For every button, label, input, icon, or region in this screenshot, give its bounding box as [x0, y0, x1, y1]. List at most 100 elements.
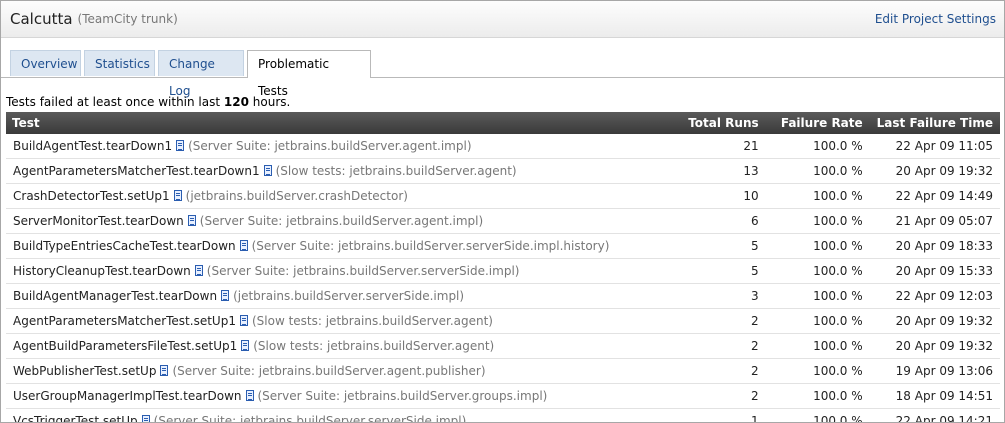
- info-prefix: Tests failed at least once within last: [6, 95, 224, 109]
- test-suite: (Server Suite: jetbrains.buildServer.age…: [172, 364, 486, 378]
- cell-last-failure-time: 20 Apr 09 19:32: [869, 158, 1000, 184]
- document-icon[interactable]: [173, 190, 182, 201]
- test-suite: (jetbrains.buildServer.serverSide.impl): [233, 289, 465, 303]
- table-row: HistoryCleanupTest.tearDown (Server Suite…: [6, 258, 1000, 284]
- cell-test: HistoryCleanupTest.tearDown (Server Suite…: [6, 258, 642, 284]
- column-header-last-failure-time[interactable]: Last Failure Time: [869, 112, 1000, 134]
- cell-failure-rate: 100.0 %: [765, 258, 870, 284]
- document-icon[interactable]: [176, 140, 185, 151]
- test-name-link[interactable]: HistoryCleanupTest.tearDown: [13, 264, 191, 278]
- document-icon[interactable]: [263, 165, 272, 176]
- document-icon[interactable]: [241, 340, 250, 351]
- column-header-total-runs[interactable]: Total Runs: [641, 112, 766, 134]
- cell-total-runs: 2: [641, 333, 766, 359]
- cell-total-runs: 6: [641, 208, 766, 234]
- cell-last-failure-time: 20 Apr 09 19:32: [869, 333, 1000, 359]
- table-row: WebPublisherTest.setUp (Server Suite: jet…: [6, 358, 1000, 384]
- cell-total-runs: 2: [641, 383, 766, 409]
- cell-last-failure-time: 21 Apr 09 05:07: [869, 208, 1000, 234]
- cell-failure-rate: 100.0 %: [765, 383, 870, 409]
- test-suite: (Slow tests: jetbrains.buildServer.agent…: [275, 164, 517, 178]
- cell-total-runs: 21: [641, 134, 766, 159]
- cell-test: BuildTypeEntriesCacheTest.tearDown (Serve…: [6, 233, 642, 259]
- cell-failure-rate: 100.0 %: [765, 208, 870, 234]
- column-header-test[interactable]: Test: [6, 112, 642, 134]
- cell-failure-rate: 100.0 %: [765, 408, 870, 422]
- test-name-link[interactable]: UserGroupManagerImplTest.tearDown: [13, 389, 242, 403]
- table-header-row: Test Total Runs Failure Rate Last Failur…: [6, 112, 1000, 134]
- tab-problematic-tests[interactable]: Problematic Tests: [247, 50, 371, 98]
- cell-total-runs: 1: [641, 408, 766, 422]
- test-name-link[interactable]: WebPublisherTest.setUp: [13, 364, 156, 378]
- cell-failure-rate: 100.0 %: [765, 134, 870, 159]
- table-body: BuildAgentTest.tearDown1 (Server Suite: j…: [6, 134, 1000, 423]
- cell-last-failure-time: 20 Apr 09 18:33: [869, 233, 1000, 259]
- cell-total-runs: 5: [641, 233, 766, 259]
- tab-bar: Overview Statistics Change Log Problemat…: [1, 50, 1004, 98]
- test-suite: (Server Suite: jetbrains.buildServer.ser…: [206, 264, 520, 278]
- cell-last-failure-time: 22 Apr 09 14:21: [869, 408, 1000, 422]
- cell-failure-rate: 100.0 %: [765, 333, 870, 359]
- document-icon[interactable]: [245, 390, 254, 401]
- cell-total-runs: 10: [641, 183, 766, 209]
- cell-test: ServerMonitorTest.tearDown (Server Suite:…: [6, 208, 642, 234]
- edit-project-settings-link[interactable]: Edit Project Settings: [875, 12, 996, 26]
- cell-test: UserGroupManagerImplTest.tearDown (Server…: [6, 383, 642, 409]
- document-icon[interactable]: [221, 290, 230, 301]
- cell-test: BuildAgentTest.tearDown1 (Server Suite: j…: [6, 134, 642, 159]
- project-header: Calcutta (TeamCity trunk) Edit Project S…: [1, 1, 1004, 38]
- test-name-link[interactable]: AgentParametersMatcherTest.setUp1: [13, 314, 236, 328]
- cell-total-runs: 13: [641, 158, 766, 184]
- table-row: CrashDetectorTest.setUp1 (jetbrains.build…: [6, 183, 1000, 209]
- document-icon[interactable]: [187, 215, 196, 226]
- cell-last-failure-time: 18 Apr 09 14:51: [869, 383, 1000, 409]
- test-name-link[interactable]: VcsTriggerTest.setUp: [13, 414, 138, 422]
- test-suite: (Server Suite: jetbrains.buildServer.gro…: [257, 389, 548, 403]
- document-icon[interactable]: [239, 240, 248, 251]
- test-name-link[interactable]: BuildAgentTest.tearDown1: [13, 139, 172, 153]
- cell-last-failure-time: 22 Apr 09 12:03: [869, 283, 1000, 309]
- cell-failure-rate: 100.0 %: [765, 183, 870, 209]
- table-row: BuildAgentTest.tearDown1 (Server Suite: j…: [6, 134, 1000, 159]
- tab-statistics[interactable]: Statistics: [84, 50, 155, 76]
- test-suite: (Server Suite: jetbrains.buildServer.ser…: [251, 239, 610, 253]
- cell-last-failure-time: 20 Apr 09 15:33: [869, 258, 1000, 284]
- test-suite: (Slow tests: jetbrains.buildServer.agent…: [253, 339, 495, 353]
- table-row: BuildAgentManagerTest.tearDown (jetbrains…: [6, 283, 1000, 309]
- test-suite: (Server Suite: jetbrains.buildServer.ser…: [153, 414, 467, 423]
- test-name-link[interactable]: AgentBuildParametersFileTest.setUp1: [13, 339, 237, 353]
- document-icon[interactable]: [160, 365, 169, 376]
- info-suffix: hours.: [248, 95, 291, 109]
- cell-failure-rate: 100.0 %: [765, 158, 870, 184]
- test-name-link[interactable]: ServerMonitorTest.tearDown: [13, 214, 184, 228]
- cell-test: CrashDetectorTest.setUp1 (jetbrains.build…: [6, 183, 642, 209]
- column-header-failure-rate[interactable]: Failure Rate: [765, 112, 870, 134]
- document-icon[interactable]: [239, 315, 248, 326]
- table-row: AgentBuildParametersFileTest.setUp1 (Slow…: [6, 333, 1000, 359]
- cell-test: AgentParametersMatcherTest.tearDown1 (Slo…: [6, 158, 642, 184]
- test-suite: (jetbrains.buildServer.crashDetector): [185, 189, 408, 203]
- tab-overview[interactable]: Overview: [10, 50, 81, 76]
- cell-total-runs: 3: [641, 283, 766, 309]
- table-row: BuildTypeEntriesCacheTest.tearDown (Serve…: [6, 233, 1000, 259]
- info-hours: 120: [223, 95, 249, 109]
- cell-total-runs: 2: [641, 308, 766, 334]
- test-suite: (Server Suite: jetbrains.buildServer.age…: [199, 214, 484, 228]
- table-row: AgentParametersMatcherTest.tearDown1 (Slo…: [6, 158, 1000, 184]
- cell-test: VcsTriggerTest.setUp (Server Suite: jetbr…: [6, 408, 642, 423]
- project-subtitle: (TeamCity trunk): [77, 12, 178, 26]
- table-row: ServerMonitorTest.tearDown (Server Suite:…: [6, 208, 1000, 234]
- cell-failure-rate: 100.0 %: [765, 233, 870, 259]
- tab-change-log[interactable]: Change Log: [158, 50, 244, 98]
- test-suite: (Server Suite: jetbrains.buildServer.age…: [188, 139, 472, 153]
- document-icon[interactable]: [194, 265, 203, 276]
- table-row: VcsTriggerTest.setUp (Server Suite: jetbr…: [6, 408, 1000, 423]
- test-name-link[interactable]: BuildTypeEntriesCacheTest.tearDown: [13, 239, 236, 253]
- problematic-tests-table: Test Total Runs Failure Rate Last Failur…: [6, 112, 1000, 423]
- document-icon[interactable]: [141, 415, 150, 422]
- test-name-link[interactable]: BuildAgentManagerTest.tearDown: [13, 289, 217, 303]
- cell-last-failure-time: 19 Apr 09 13:06: [869, 358, 1000, 384]
- test-name-link[interactable]: AgentParametersMatcherTest.tearDown1: [13, 164, 260, 178]
- cell-last-failure-time: 22 Apr 09 11:05: [869, 134, 1000, 159]
- test-name-link[interactable]: CrashDetectorTest.setUp1: [13, 189, 170, 203]
